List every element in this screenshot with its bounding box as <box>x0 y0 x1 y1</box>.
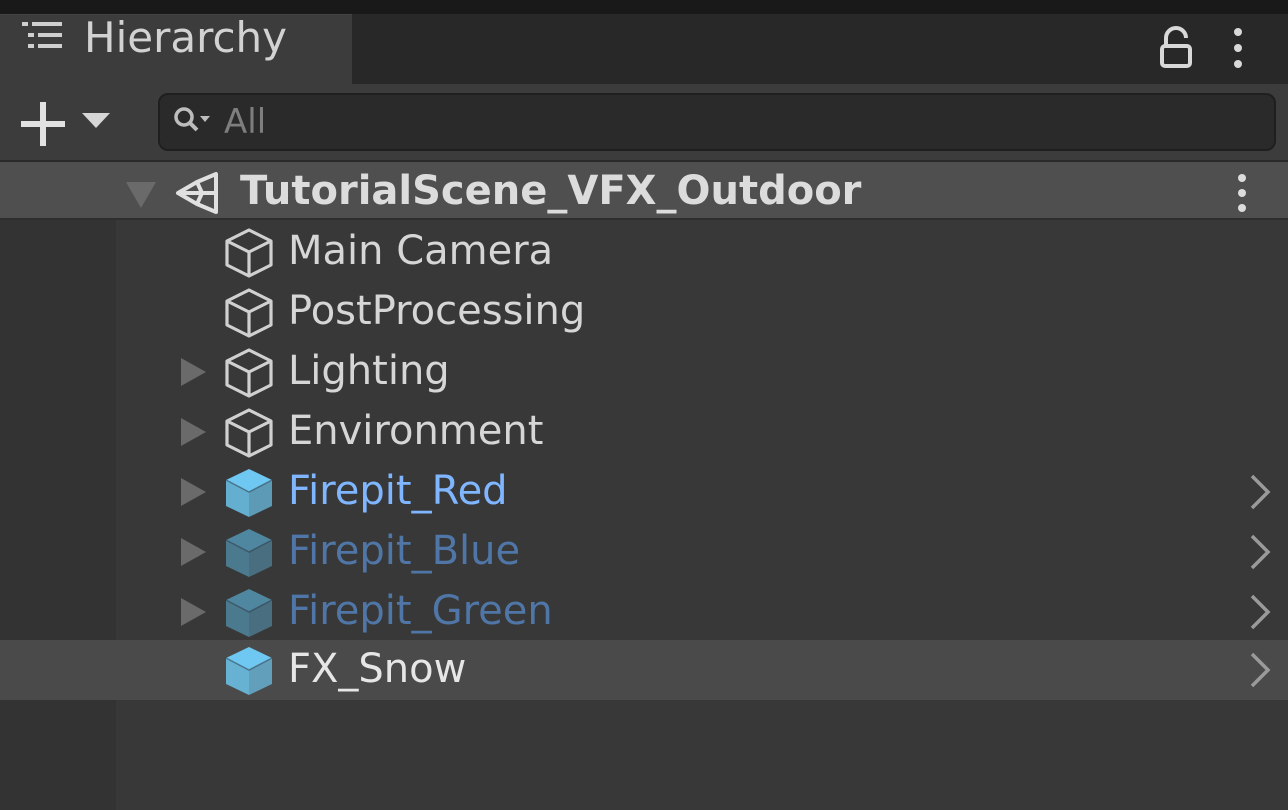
hierarchy-gutter <box>0 220 116 810</box>
gameobject-cube-icon <box>225 348 273 398</box>
search-icon <box>174 107 210 132</box>
tab-title: Hierarchy <box>84 13 288 62</box>
expand-arrow-icon[interactable] <box>178 476 208 508</box>
search-input[interactable] <box>224 98 1264 146</box>
tree-item-label: Lighting <box>288 348 450 394</box>
add-dropdown-button[interactable] <box>18 97 118 151</box>
prefab-cube-icon <box>225 529 273 577</box>
window-top-edge <box>0 0 1288 14</box>
tree-item-label: FX_Snow <box>288 646 467 692</box>
lock-icon[interactable] <box>1156 26 1196 70</box>
prefab-cube-icon <box>225 589 273 637</box>
tree-row[interactable]: Firepit_Green <box>116 582 1288 642</box>
prefab-cube-icon <box>225 647 273 695</box>
tree-row[interactable]: Environment <box>116 402 1288 462</box>
unity-scene-icon <box>176 172 218 214</box>
tree-row[interactable]: FX_Snow <box>0 640 1288 700</box>
tree-row[interactable]: Main Camera <box>116 222 1288 282</box>
list-icon <box>22 22 62 48</box>
tree-item-label: Firepit_Blue <box>288 528 521 574</box>
gameobject-cube-icon <box>225 288 273 338</box>
open-prefab-chevron-icon[interactable] <box>1248 650 1272 690</box>
expand-arrow-icon[interactable] <box>178 596 208 628</box>
expand-arrow-icon[interactable] <box>178 416 208 448</box>
open-prefab-chevron-icon[interactable] <box>1248 472 1272 512</box>
tree-item-label: Main Camera <box>288 228 554 274</box>
tree-item-label: PostProcessing <box>288 288 586 334</box>
tree-item-label: Firepit_Green <box>288 588 553 634</box>
scene-menu-icon[interactable] <box>1230 172 1254 214</box>
kebab-menu-icon[interactable] <box>1226 26 1250 70</box>
expand-arrow-icon[interactable] <box>178 536 208 568</box>
tree-item-label: Environment <box>288 408 544 454</box>
tree-row[interactable]: Firepit_Blue <box>116 522 1288 582</box>
scene-name: TutorialScene_VFX_Outdoor <box>240 168 862 214</box>
tree-row[interactable]: Lighting <box>116 342 1288 402</box>
tree-row[interactable]: Firepit_Red <box>116 462 1288 522</box>
gameobject-cube-icon <box>225 408 273 458</box>
collapse-arrow-icon[interactable] <box>124 180 158 210</box>
open-prefab-chevron-icon[interactable] <box>1248 592 1272 632</box>
tree-row[interactable]: PostProcessing <box>116 282 1288 342</box>
gameobject-cube-icon <box>225 228 273 278</box>
prefab-cube-icon <box>225 469 273 517</box>
open-prefab-chevron-icon[interactable] <box>1248 532 1272 572</box>
tree-item-label: Firepit_Red <box>288 468 508 514</box>
expand-arrow-icon[interactable] <box>178 356 208 388</box>
